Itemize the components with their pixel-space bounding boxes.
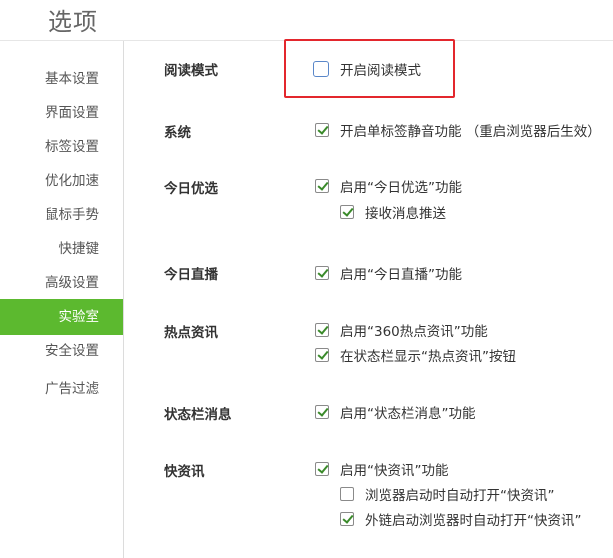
sidebar-item-interface[interactable]: 界面设置 bbox=[45, 95, 99, 131]
option-label: 在状态栏显示“热点资讯”按钮 bbox=[340, 349, 516, 365]
checkbox-checked-icon[interactable] bbox=[340, 205, 354, 219]
sidebar-item-tabs[interactable]: 标签设置 bbox=[45, 129, 99, 165]
single-tab-mute-checkbox[interactable]: 开启单标签静音功能 （重启浏览器后生效） bbox=[315, 120, 601, 140]
section-label-quick-news: 快资讯 bbox=[164, 464, 205, 480]
option-label: 启用“快资讯”功能 bbox=[340, 463, 449, 479]
checkbox-checked-icon[interactable] bbox=[340, 512, 354, 526]
checkbox-checked-icon[interactable] bbox=[315, 266, 329, 280]
page-title: 选项 bbox=[48, 8, 98, 36]
checkbox-unchecked-icon[interactable] bbox=[340, 487, 354, 501]
header: 选项 bbox=[0, 0, 613, 41]
option-label: 启用“状态栏消息”功能 bbox=[340, 406, 476, 422]
checkbox-checked-icon[interactable] bbox=[315, 123, 329, 137]
option-label: 开启阅读模式 bbox=[340, 63, 421, 79]
section-label-system: 系统 bbox=[164, 125, 191, 141]
option-label: 启用“今日直播”功能 bbox=[340, 267, 462, 283]
section-label-today-picks: 今日优选 bbox=[164, 181, 218, 197]
option-label: 开启单标签静音功能 （重启浏览器后生效） bbox=[340, 124, 601, 140]
statusbar-messages-enable-checkbox[interactable]: 启用“状态栏消息”功能 bbox=[315, 402, 476, 422]
checkbox-checked-icon[interactable] bbox=[315, 179, 329, 193]
today-live-enable-checkbox[interactable]: 启用“今日直播”功能 bbox=[315, 263, 462, 283]
sidebar-item-advanced[interactable]: 高级设置 bbox=[45, 265, 99, 301]
checkbox-checked-icon[interactable] bbox=[315, 405, 329, 419]
checkbox-checked-icon[interactable] bbox=[315, 462, 329, 476]
checkbox-checked-icon[interactable] bbox=[315, 323, 329, 337]
option-label: 接收消息推送 bbox=[365, 206, 446, 222]
section-label-reading-mode: 阅读模式 bbox=[164, 63, 218, 79]
receive-push-checkbox[interactable]: 接收消息推送 bbox=[340, 202, 446, 222]
sidebar-item-basic[interactable]: 基本设置 bbox=[45, 61, 99, 97]
reading-mode-checkbox[interactable]: 开启阅读模式 bbox=[313, 59, 421, 79]
today-picks-enable-checkbox[interactable]: 启用“今日优选”功能 bbox=[315, 176, 462, 196]
sidebar-item-lab[interactable]: 实验室 bbox=[0, 299, 123, 335]
quick-news-open-on-external-link-checkbox[interactable]: 外链启动浏览器时自动打开“快资讯” bbox=[340, 509, 582, 529]
option-label: 外链启动浏览器时自动打开“快资讯” bbox=[365, 513, 582, 529]
checkbox-checked-icon[interactable] bbox=[315, 348, 329, 362]
option-label: 启用“360热点资讯”功能 bbox=[340, 324, 488, 340]
sidebar-item-optimize[interactable]: 优化加速 bbox=[45, 163, 99, 199]
sidebar-item-ad-filter[interactable]: 广告过滤 bbox=[45, 371, 99, 407]
quick-news-open-on-start-checkbox[interactable]: 浏览器启动时自动打开“快资讯” bbox=[340, 484, 555, 504]
option-label: 浏览器启动时自动打开“快资讯” bbox=[365, 488, 555, 504]
sidebar-item-shortcuts[interactable]: 快捷键 bbox=[59, 231, 100, 267]
section-label-today-live: 今日直播 bbox=[164, 267, 218, 283]
settings-content: 阅读模式 开启阅读模式 系统 开启单标签静音功能 （重启浏览器后生效） 今日优选… bbox=[124, 39, 613, 558]
option-label: 启用“今日优选”功能 bbox=[340, 180, 462, 196]
sidebar-item-mouse-gesture[interactable]: 鼠标手势 bbox=[45, 197, 99, 233]
section-label-statusbar-messages: 状态栏消息 bbox=[164, 407, 232, 423]
quick-news-enable-checkbox[interactable]: 启用“快资讯”功能 bbox=[315, 459, 449, 479]
sidebar: 基本设置 界面设置 标签设置 优化加速 鼠标手势 快捷键 高级设置 实验室 安全… bbox=[0, 41, 124, 558]
hot-news-statusbar-checkbox[interactable]: 在状态栏显示“热点资讯”按钮 bbox=[315, 345, 516, 365]
hot-news-enable-checkbox[interactable]: 启用“360热点资讯”功能 bbox=[315, 320, 488, 340]
checkbox-unchecked-icon[interactable] bbox=[313, 61, 329, 77]
section-label-hot-news: 热点资讯 bbox=[164, 325, 218, 341]
sidebar-item-security[interactable]: 安全设置 bbox=[45, 333, 99, 369]
